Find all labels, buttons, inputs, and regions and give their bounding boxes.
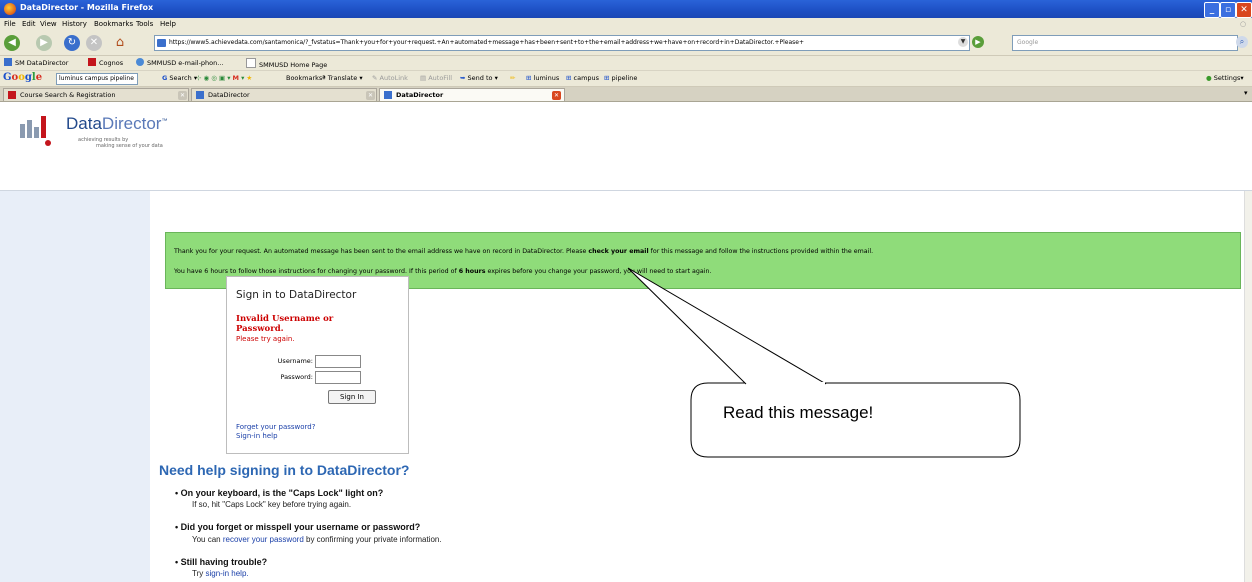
signin-help-link[interactable]: Sign-in help [236, 432, 278, 440]
help-heading: Need help signing in to DataDirector? [159, 462, 410, 478]
password-label: Password: [280, 373, 313, 381]
forgot-password-link[interactable]: Forget your password? [236, 423, 315, 431]
bookmarks-button[interactable]: Bookmarks [286, 74, 322, 82]
tab-course-search[interactable]: Course Search & Registration ✕ [3, 88, 189, 101]
reload-button[interactable]: ↻ [64, 35, 80, 51]
close-window-button[interactable]: ✕ [1236, 2, 1252, 18]
menu-bar: File Edit View History Bookmarks Tools H… [0, 18, 1252, 32]
navigation-toolbar: ◀ ▶ ↻ ✕ ⌂ https://www5.achievedata.com/s… [0, 31, 1252, 56]
brand-tagline: achieving results by making sense of your… [78, 137, 163, 149]
firefox-icon [4, 3, 16, 15]
menu-file[interactable]: File [4, 20, 16, 28]
site-identity-icon [157, 39, 166, 47]
translate-button[interactable]: ª Translate ▾ [322, 74, 363, 82]
maximize-button[interactable]: ▫ [1220, 2, 1236, 18]
pencil-icon[interactable]: ✏ [510, 74, 515, 82]
bookmark-smmusd-home[interactable]: SMMUSD Home Page [246, 58, 327, 69]
signin-error: Invalid Username or Password. [236, 314, 334, 334]
signin-heading: Sign in to DataDirector [236, 289, 357, 301]
signin-try-again: Please try again. [236, 335, 295, 343]
home-button[interactable]: ⌂ [112, 35, 128, 51]
address-text: https://www5.achievedata.com/santamonica… [169, 39, 805, 46]
menu-view[interactable]: View [40, 20, 57, 28]
recover-password-link[interactable]: recover your password [223, 535, 304, 544]
tab-datadirector-active[interactable]: DataDirector ✕ [379, 88, 565, 101]
autolink-button[interactable]: ✎ AutoLink [372, 74, 408, 82]
window-title: DataDirector - Mozilla Firefox [20, 3, 154, 12]
vertical-scrollbar[interactable] [1244, 191, 1252, 582]
google-toolbar-search[interactable]: luminus campus pipeline [56, 73, 138, 85]
forward-button[interactable]: ▶ [36, 35, 52, 51]
tab-close-icon[interactable]: ✕ [366, 91, 375, 100]
help-question-forgot: • Did you forget or misspell your userna… [175, 522, 421, 532]
address-bar[interactable]: https://www5.achievedata.com/santamonica… [154, 35, 970, 51]
tab-favicon [384, 91, 392, 99]
tab-favicon [196, 91, 204, 99]
dropdown-icon[interactable]: ▼ [958, 37, 968, 47]
menu-edit[interactable]: Edit [22, 20, 36, 28]
tab-favicon [8, 91, 16, 99]
help-answer-caps-lock: If so, hit "Caps Lock" key before trying… [192, 500, 352, 509]
page-icon [246, 58, 256, 68]
menu-help[interactable]: Help [160, 20, 176, 28]
callout-text: Read this message! [723, 403, 874, 422]
menu-bookmarks[interactable]: Bookmarks [94, 20, 133, 28]
page-icon [4, 58, 12, 66]
page-header: DataDirector™ achieving results by making… [0, 102, 1252, 191]
back-button[interactable]: ◀ [4, 35, 20, 51]
message-line-2: You have 6 hours to follow those instruc… [174, 268, 712, 275]
help-answer-forgot: You can recover your password by confirm… [192, 535, 442, 544]
cognos-icon [88, 58, 96, 66]
toolbar-icon-group[interactable]: ⊹ ◉ ◎ ▣ ▾ M ▾ ★ [196, 74, 252, 82]
tab-list-icon[interactable]: ▾ [1244, 89, 1248, 97]
username-label: Username: [277, 357, 313, 365]
tab-close-icon[interactable]: ✕ [178, 91, 187, 100]
signin-help-link-2[interactable]: sign-in help. [205, 569, 248, 578]
send-to-button[interactable]: ➥ Send to ▾ [460, 74, 498, 82]
menu-tools[interactable]: Tools [136, 20, 153, 28]
stop-button[interactable]: ✕ [86, 35, 102, 51]
tab-close-icon[interactable]: ✕ [552, 91, 561, 100]
bookmark-sm-datadirector[interactable]: SM DataDirector [4, 58, 68, 67]
menu-history[interactable]: History [62, 20, 87, 28]
search-icon[interactable]: ⌕ [1236, 36, 1248, 48]
toolbar-button-campus[interactable]: ⊞ campus [566, 74, 599, 82]
bookmarks-toolbar: SM DataDirector Cognos SMMUSD e-mail-pho… [0, 56, 1252, 71]
search-input[interactable]: Google [1012, 35, 1238, 51]
left-sidebar [0, 191, 150, 582]
throbber-icon: ○ [1240, 20, 1247, 28]
password-input[interactable] [315, 371, 361, 384]
bookmark-smmusd-email[interactable]: SMMUSD e-mail-phon... [136, 58, 223, 67]
autofill-button[interactable]: ▤ AutoFill [420, 74, 452, 82]
toolbar-button-luminus[interactable]: ⊞ luminus [526, 74, 559, 82]
datadirector-logo-icon [20, 116, 51, 146]
toolbar-button-pipeline[interactable]: ⊞ pipeline [604, 74, 637, 82]
minimize-button[interactable]: _ [1204, 2, 1220, 18]
bookmark-cognos[interactable]: Cognos [88, 58, 123, 67]
message-line-1: Thank you for your request. An automated… [174, 248, 874, 255]
help-answer-trouble: Try sign-in help. [192, 569, 249, 578]
google-logo: Google [3, 72, 43, 83]
window-title-bar: DataDirector - Mozilla Firefox _ ▫ ✕ [0, 0, 1252, 18]
mail-icon [136, 58, 144, 66]
google-search-button[interactable]: G Search ▾ [162, 74, 197, 82]
go-button[interactable]: ▶ [972, 36, 984, 48]
brand-logo[interactable]: DataDirector™ [66, 114, 167, 134]
signin-panel: Sign in to DataDirector Invalid Username… [226, 276, 409, 454]
tab-strip: Course Search & Registration ✕ DataDirec… [0, 87, 1252, 102]
signin-button[interactable]: Sign In [328, 390, 376, 404]
username-input[interactable] [315, 355, 361, 368]
tab-datadirector-1[interactable]: DataDirector ✕ [191, 88, 377, 101]
settings-button[interactable]: ● Settings▾ [1206, 74, 1244, 82]
help-question-trouble: • Still having trouble? [175, 557, 268, 567]
help-question-caps-lock: • On your keyboard, is the "Caps Lock" l… [175, 488, 384, 498]
google-toolbar: Google luminus campus pipeline G Search … [0, 71, 1252, 87]
